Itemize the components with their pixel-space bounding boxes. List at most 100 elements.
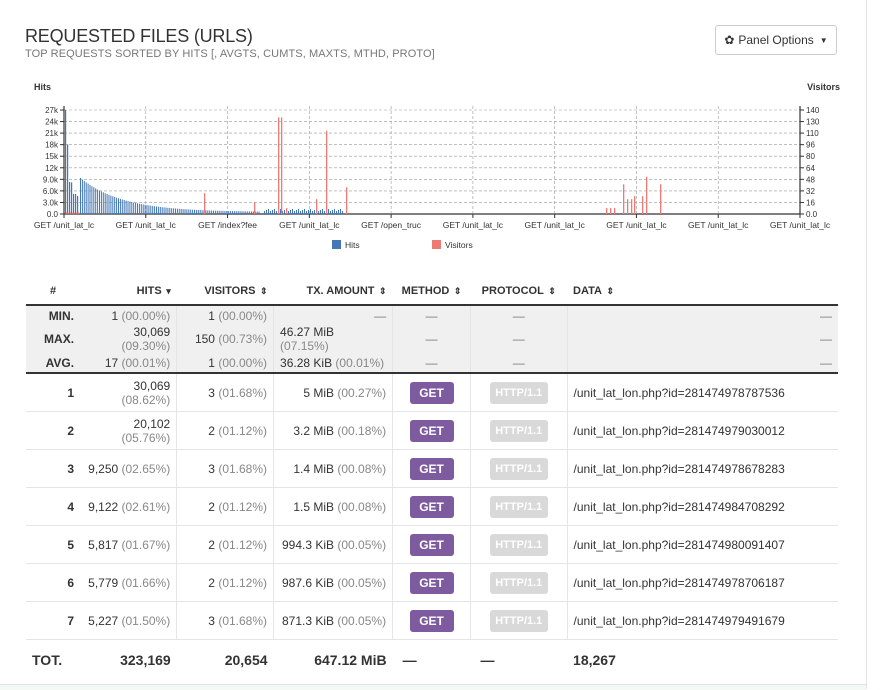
hits-bar: [245, 211, 247, 214]
col-hits-header[interactable]: HITS ▾: [80, 277, 177, 306]
hits-bar: [300, 211, 301, 214]
hits-bar: [123, 200, 125, 214]
hits-bar: [201, 210, 203, 214]
hits-bar: [249, 211, 251, 214]
hits-bar: [338, 210, 339, 214]
hits-bar: [87, 183, 89, 214]
hits-bar: [216, 210, 218, 214]
summary-hits-percent: (09.30%): [121, 339, 171, 353]
hits-bar: [89, 184, 91, 214]
hits-bar: [144, 204, 146, 214]
visitors-bar: [69, 211, 71, 214]
row-index: 4: [26, 487, 81, 526]
row-tx: 5 MiB (00.27%): [273, 373, 393, 412]
table-row[interactable]: 5 5,817 (01.67%) 2 (01.12%) 994.3 KiB (00.0…: [26, 525, 838, 564]
summary-label: MIN.: [26, 305, 81, 325]
hits-bar: [100, 191, 102, 214]
chart-svg: Hits Visitors 27k 24k 21k 18k 15k 12k 9.0k 6.0k 3.…: [34, 82, 840, 250]
table-row[interactable]: 6 5,779 (01.66%) 2 (01.12%) 987.6 KiB (00.0…: [26, 563, 838, 602]
right-divider: [866, 0, 867, 689]
table-row[interactable]: 1 30,069 (08.62%) 3 (01.68%) 5 MiB (00.27%)…: [26, 373, 838, 412]
panel-options-label: Panel Options: [738, 33, 814, 47]
row-data[interactable]: /unit_lat_lon.php?id=281474984708292: [566, 487, 838, 526]
hits-bar: [67, 144, 69, 214]
row-tx-percent: (00.08%): [337, 499, 387, 514]
row-method: GET: [392, 411, 471, 450]
row-hits-value: 9,250: [88, 461, 119, 476]
table-row[interactable]: 7 5,227 (01.50%) 3 (01.68%) 871.3 KiB (00.0…: [26, 601, 838, 640]
row-data[interactable]: /unit_lat_lon.php?id=281474978678283: [566, 449, 838, 488]
hits-bar: [272, 210, 273, 214]
left-tick-label: 0.0: [47, 210, 59, 219]
col-method-header[interactable]: METHOD ⇕: [392, 277, 471, 306]
hits-bar: [156, 206, 157, 214]
row-index: 3: [26, 449, 81, 488]
hits-bar: [296, 210, 297, 214]
hits-bar: [142, 204, 144, 214]
panel-title: REQUESTED FILES (URLS): [25, 26, 253, 46]
x-tick-label: GET /unit_lat_lc: [525, 220, 586, 230]
panel-subtitle: TOP REQUESTS SORTED BY HITS [, AVGTS, CU…: [25, 48, 435, 60]
hits-bar: [340, 209, 341, 214]
hits-bar: [211, 210, 213, 214]
col-protocol-header[interactable]: PROTOCOL ⇕: [470, 277, 568, 306]
summary-data: —: [566, 353, 838, 374]
row-visitors: 2 (01.12%): [176, 525, 274, 564]
summary-label: MAX.: [26, 325, 81, 353]
row-hits-percent: (08.62%): [121, 392, 171, 407]
row-visitors-percent: (01.12%): [218, 537, 268, 552]
hits-bar: [328, 209, 329, 214]
visitors-bar: [642, 196, 644, 214]
row-data[interactable]: /unit_lat_lon.php?id=281474979030012: [566, 411, 838, 450]
hits-bar: [121, 199, 123, 214]
row-data[interactable]: /unit_lat_lon.php?id=281474978706187: [566, 563, 838, 602]
row-visitors: 3 (01.68%): [176, 449, 274, 488]
row-visitors-percent: (01.12%): [218, 423, 268, 438]
table-row[interactable]: 3 9,250 (02.65%) 3 (01.68%) 1.4 MiB (00.08%…: [26, 449, 838, 488]
hits-bar: [294, 211, 295, 214]
hits-bar: [131, 202, 133, 214]
hits-bar: [85, 182, 87, 214]
hits-bar: [237, 211, 239, 214]
row-data[interactable]: /unit_lat_lon.php?id=281474979491679: [566, 601, 838, 640]
row-hits-value: 5,817: [88, 537, 119, 552]
row-data[interactable]: /unit_lat_lon.php?id=281474978787536: [566, 373, 838, 412]
col-tx-amount-header[interactable]: TX. AMOUNT ⇕: [273, 277, 393, 306]
hits-bar: [129, 201, 131, 214]
row-tx-value: 1.5 MiB: [293, 499, 335, 514]
hits-bar: [235, 211, 237, 214]
hits-bar: [252, 211, 254, 214]
visitors-bar: [610, 208, 612, 214]
table-row[interactable]: 2 20,102 (05.76%) 2 (01.12%) 3.2 MiB (00.18…: [26, 411, 838, 450]
hits-bar: [106, 194, 108, 214]
hits-bar: [77, 195, 79, 214]
protocol-badge: HTTP/1.1: [489, 419, 548, 442]
summary-tx-value: 46.27 MiB: [280, 325, 335, 339]
hits-bar: [93, 187, 95, 214]
hits-bar: [310, 209, 311, 214]
table-row[interactable]: 4 9,122 (02.61%) 2 (01.12%) 1.5 MiB (00.08%…: [26, 487, 838, 526]
summary-protocol: —: [470, 325, 568, 353]
row-hits-percent: (02.65%): [121, 461, 171, 476]
row-hits: 9,250 (02.65%): [80, 449, 177, 488]
col-data-header-label: DATA: [573, 284, 602, 297]
hits-bar: [180, 208, 182, 214]
hits-bar: [140, 204, 142, 214]
row-hits-percent: (01.67%): [121, 537, 171, 552]
hits-bar: [284, 210, 285, 214]
hits-bar: [190, 209, 192, 214]
panel-options-button[interactable]: ✿ Panel Options ▼: [715, 25, 837, 55]
col-visitors-header[interactable]: VISITORS ⇕: [176, 277, 274, 306]
row-tx: 3.2 MiB (00.18%): [273, 411, 393, 450]
row-protocol: HTTP/1.1: [470, 373, 568, 412]
row-hits-value: 5,227: [88, 613, 119, 628]
visitors-bar: [634, 196, 636, 214]
row-visitors-value: 2: [208, 537, 215, 552]
col-data-header[interactable]: DATA ⇕: [567, 277, 838, 306]
hits-bar: [314, 210, 315, 214]
row-visitors: 3 (01.68%): [176, 373, 274, 412]
caret-down-icon: ▼: [819, 35, 828, 45]
x-tick-label: GET /unit_lat_lc: [770, 220, 831, 230]
row-data[interactable]: /unit_lat_lon.php?id=281474980091407: [566, 525, 838, 564]
summary-visitors: 1 (00.00%): [176, 353, 274, 374]
